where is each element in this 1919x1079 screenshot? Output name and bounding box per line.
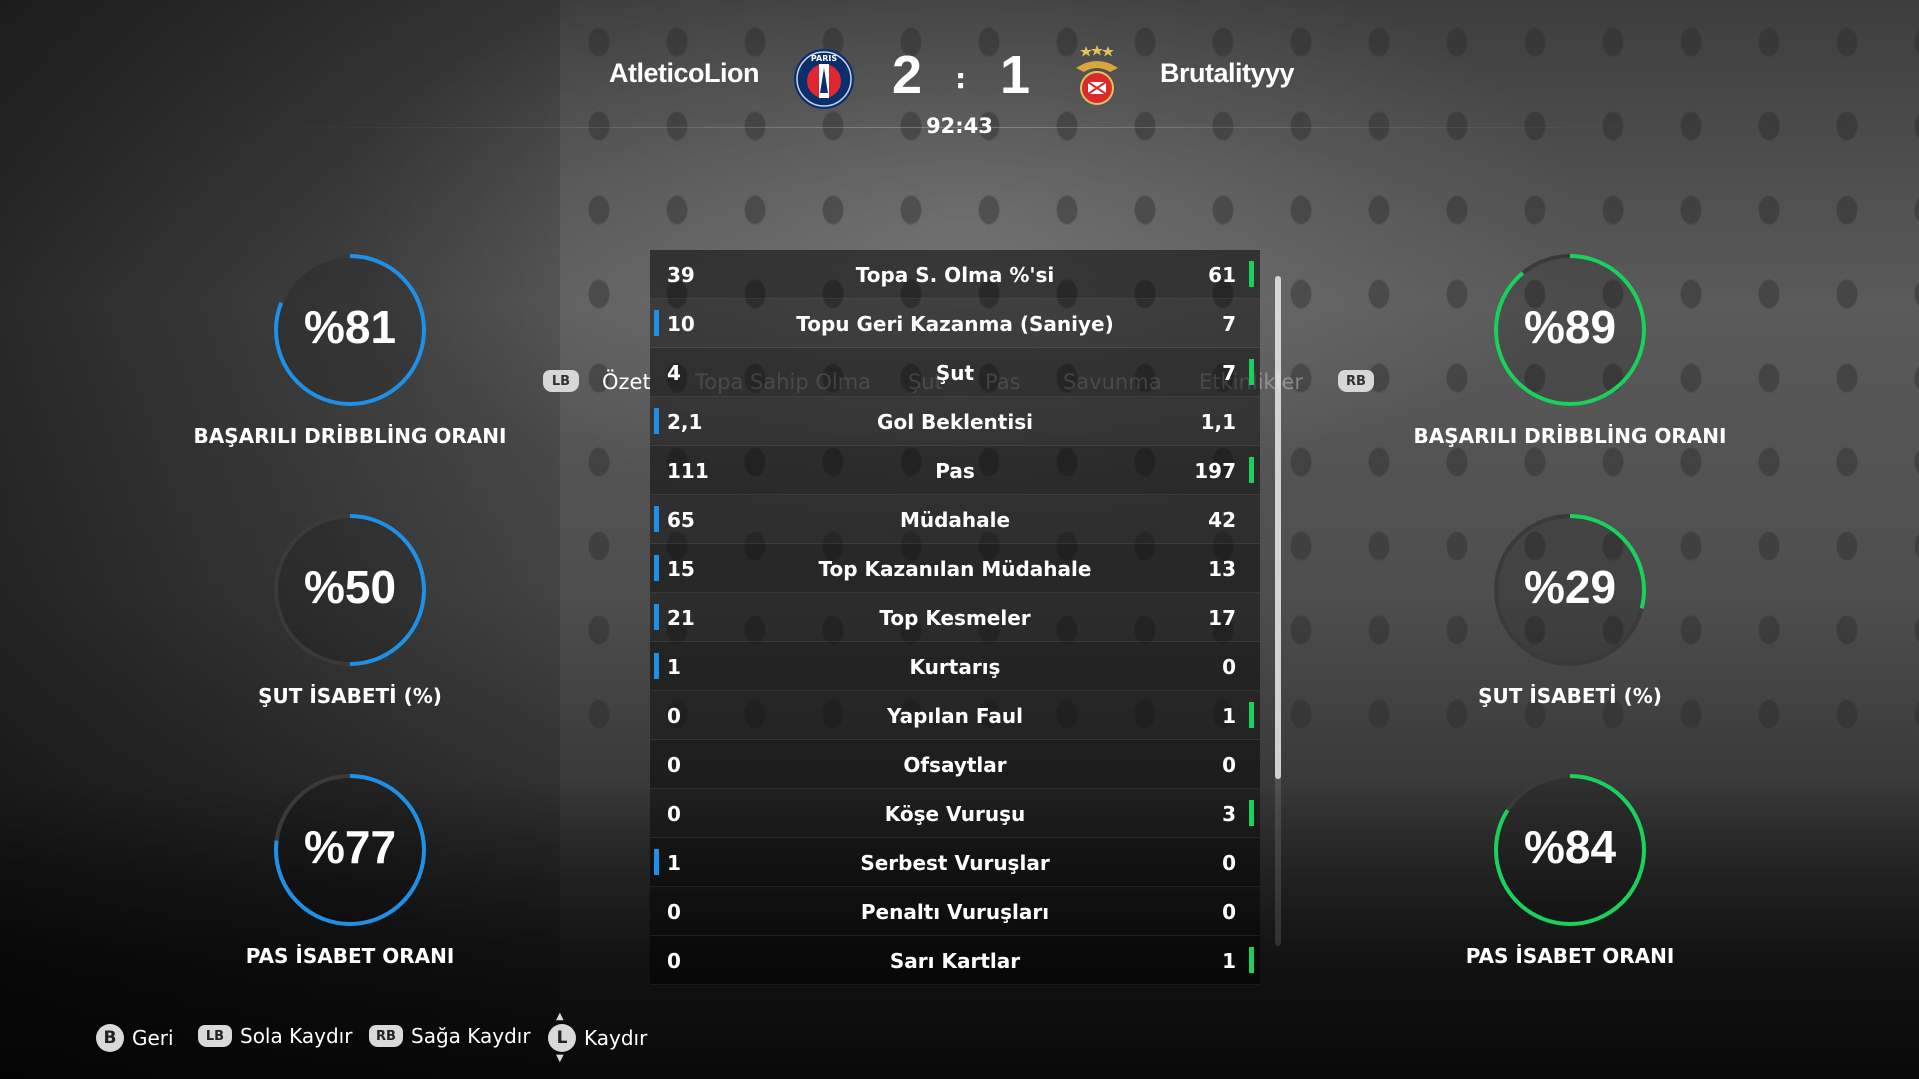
stat-row: 10 Topu Geri Kazanma (Saniye) 7 — [650, 299, 1260, 348]
lb-button-icon: LB — [198, 1025, 232, 1047]
stat-row: 2,1 Gol Beklentisi 1,1 — [650, 397, 1260, 446]
scoreboard-header: AtleticoLion PARIS 2 : 1 Brutalityyy 92:… — [0, 0, 1919, 140]
stat-away-value: 197 — [1194, 459, 1236, 483]
stat-label: Kurtarış — [909, 655, 1001, 679]
tab-summary[interactable]: Özet — [602, 370, 651, 394]
lb-shoulder-button-icon[interactable]: LB — [543, 370, 579, 392]
gauge-label: BAŞARILI DRİBBLİNG ORANI — [193, 424, 507, 448]
header-divider — [285, 127, 1635, 128]
home-gauge: %81 BAŞARILI DRİBBLİNG ORANI — [185, 250, 515, 448]
stat-away-value: 1 — [1222, 949, 1236, 973]
scroll-left-label: Sola Kaydır — [240, 1024, 353, 1048]
gauge-label: PAS İSABET ORANI — [1465, 944, 1675, 968]
stat-away-value: 3 — [1222, 802, 1236, 826]
scroll-right-hint[interactable]: RB Sağa Kaydır — [369, 1024, 531, 1048]
home-score: 2 — [892, 45, 923, 105]
stat-away-value: 7 — [1222, 361, 1236, 385]
stat-row: 4 Şut 7 — [650, 348, 1260, 397]
gauge-value: %81 — [303, 301, 397, 353]
stat-label: Topu Geri Kazanma (Saniye) — [796, 312, 1114, 336]
stat-label: Yapılan Faul — [887, 704, 1023, 728]
stick-down-arrow-icon: ▼ — [556, 1053, 564, 1064]
b-button-icon: B — [96, 1024, 124, 1052]
stat-row: 111 Pas 197 — [650, 446, 1260, 495]
stat-label: Ofsaytlar — [903, 753, 1007, 777]
match-clock: 92:43 — [926, 114, 993, 138]
stat-row: 39 Topa S. Olma %'si 61 — [650, 250, 1260, 299]
match-stats-table[interactable]: 39 Topa S. Olma %'si 61 10 Topu Geri Kazanma… — [650, 250, 1260, 985]
away-gauge: %84 PAS İSABET ORANI — [1405, 770, 1735, 968]
stats-scrollbar[interactable] — [1275, 276, 1281, 946]
stat-row: 1 Serbest Vuruşlar 0 — [650, 838, 1260, 887]
scroll-hint[interactable]: ▲ L ▼ Kaydır — [548, 1012, 648, 1064]
stats-tab-bar: LB Özet Topa Sahip Olma Şut Pas Savunma … — [0, 184, 1919, 394]
stats-scrollbar-thumb[interactable] — [1275, 276, 1281, 779]
stat-label: Pas — [935, 459, 975, 483]
stat-label: Topa S. Olma %'si — [855, 263, 1055, 287]
stat-away-value: 1,1 — [1200, 410, 1236, 434]
stat-label: Penaltı Vuruşları — [860, 900, 1050, 924]
stat-away-value: 0 — [1222, 851, 1236, 875]
stat-row: 0 Köşe Vuruşu 3 — [650, 789, 1260, 838]
rb-button-icon: RB — [369, 1025, 403, 1047]
svg-text:PARIS: PARIS — [811, 54, 837, 63]
stat-away-value: 17 — [1208, 606, 1236, 630]
away-score: 1 — [1000, 45, 1031, 105]
stat-away-value: 61 — [1208, 263, 1236, 287]
gauge-value: %84 — [1523, 821, 1617, 873]
stat-label: Şut — [935, 361, 975, 385]
gauge-value: %77 — [303, 821, 397, 873]
score-separator: : — [955, 62, 967, 95]
psg-crest-icon: PARIS — [793, 48, 855, 110]
away-team-name: Brutalityyy — [1160, 58, 1295, 88]
home-team-name: AtleticoLion — [609, 58, 760, 88]
gauge-label: BAŞARILI DRİBBLİNG ORANI — [1413, 424, 1727, 448]
back-hint[interactable]: B Geri — [96, 1024, 174, 1052]
stat-row: 65 Müdahale 42 — [650, 495, 1260, 544]
left-stick-icon: ▲ L ▼ — [548, 1012, 576, 1064]
gauge-value: %50 — [303, 561, 397, 613]
stick-up-arrow-icon: ▲ — [556, 1011, 564, 1022]
stat-label: Serbest Vuruşlar — [860, 851, 1050, 875]
stat-row: 1 Kurtarış 0 — [650, 642, 1260, 691]
stat-row: 0 Penaltı Vuruşları 0 — [650, 887, 1260, 936]
stat-label: Müdahale — [899, 508, 1011, 532]
benfica-crest-icon — [1066, 44, 1128, 106]
gauge-value: %89 — [1523, 301, 1617, 353]
stat-away-value: 0 — [1222, 753, 1236, 777]
stat-away-value: 42 — [1208, 508, 1236, 532]
stat-row: 0 Sarı Kartlar 1 — [650, 936, 1260, 985]
stat-away-value: 0 — [1222, 655, 1236, 679]
gauge-label: ŞUT İSABETİ (%) — [258, 684, 442, 708]
stat-away-value: 13 — [1208, 557, 1236, 581]
l-button-icon: L — [548, 1024, 576, 1052]
stat-row: 21 Top Kesmeler 17 — [650, 593, 1260, 642]
home-gauge: %50 ŞUT İSABETİ (%) — [185, 510, 515, 708]
stat-label: Sarı Kartlar — [889, 949, 1021, 973]
gauge-label: PAS İSABET ORANI — [245, 944, 455, 968]
back-label: Geri — [132, 1026, 174, 1050]
away-gauge: %29 ŞUT İSABETİ (%) — [1405, 510, 1735, 708]
scroll-label: Kaydır — [584, 1026, 648, 1050]
rb-shoulder-button-icon[interactable]: RB — [1338, 370, 1374, 392]
stat-away-value: 0 — [1222, 900, 1236, 924]
away-gauge: %89 BAŞARILI DRİBBLİNG ORANI — [1405, 250, 1735, 448]
stat-label: Köşe Vuruşu — [884, 802, 1026, 826]
stat-row: 0 Ofsaytlar 0 — [650, 740, 1260, 789]
home-gauge: %77 PAS İSABET ORANI — [185, 770, 515, 968]
stat-label: Top Kazanılan Müdahale — [818, 557, 1092, 581]
scroll-right-label: Sağa Kaydır — [411, 1024, 531, 1048]
controller-hints: B Geri LB Sola Kaydır RB Sağa Kaydır ▲ L… — [0, 1012, 1919, 1064]
gauge-label: ŞUT İSABETİ (%) — [1478, 684, 1662, 708]
stat-row: 0 Yapılan Faul 1 — [650, 691, 1260, 740]
stat-row: 15 Top Kazanılan Müdahale 13 — [650, 544, 1260, 593]
stat-away-value: 1 — [1222, 704, 1236, 728]
scroll-left-hint[interactable]: LB Sola Kaydır — [198, 1024, 352, 1048]
gauge-value: %29 — [1523, 561, 1617, 613]
stat-label: Top Kesmeler — [879, 606, 1031, 630]
stat-away-value: 7 — [1222, 312, 1236, 336]
stat-label: Gol Beklentisi — [877, 410, 1033, 434]
